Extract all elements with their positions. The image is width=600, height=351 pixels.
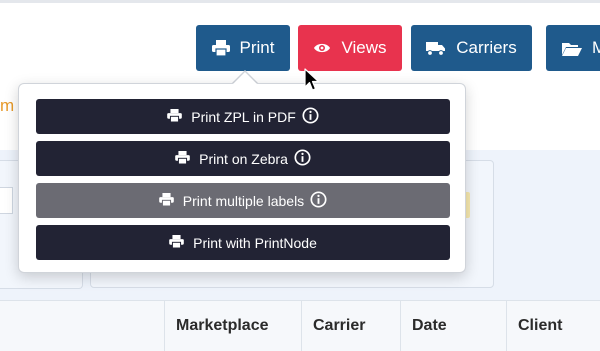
printer-icon — [158, 192, 174, 209]
folder-open-icon — [562, 41, 582, 56]
column-header-carrier[interactable]: Carrier — [301, 301, 400, 351]
carriers-button[interactable]: Carriers — [411, 25, 532, 71]
column-header-marketplace[interactable]: Marketplace — [164, 301, 301, 351]
menu-item-print-multiple-labels[interactable]: Print multiple labels — [36, 183, 450, 218]
menu-item-label: Print multiple labels — [182, 192, 305, 209]
folder-button[interactable]: M — [546, 25, 600, 71]
filter-input[interactable] — [0, 187, 13, 214]
carriers-button-label: Carriers — [456, 38, 517, 57]
printer-icon — [169, 234, 184, 251]
printer-icon — [211, 40, 230, 56]
print-button[interactable]: Print — [196, 25, 290, 71]
printer-icon — [175, 150, 190, 167]
menu-item-label: Print ZPL in PDF — [191, 108, 296, 125]
eye-icon — [313, 41, 331, 55]
dropdown-caret-fill — [233, 72, 257, 84]
info-icon[interactable] — [294, 148, 311, 169]
menu-item-print-with-printnode[interactable]: Print with PrintNode — [36, 225, 450, 260]
print-dropdown-menu: Print ZPL in PDF Print on Zebra Print mu… — [18, 83, 466, 273]
menu-item-print-on-zebra[interactable]: Print on Zebra — [36, 141, 450, 176]
info-icon[interactable] — [302, 106, 319, 127]
printer-icon — [167, 108, 183, 125]
top-divider — [0, 0, 600, 3]
menu-item-label: Print with PrintNode — [193, 234, 317, 251]
mouse-cursor-icon — [304, 68, 320, 97]
views-button[interactable]: Views — [298, 25, 402, 71]
menu-item-print-zpl-pdf[interactable]: Print ZPL in PDF — [36, 99, 450, 134]
info-icon[interactable] — [310, 190, 327, 211]
menu-item-label: Print on Zebra — [199, 150, 288, 167]
print-button-label: Print — [239, 38, 275, 57]
views-button-label: Views — [341, 38, 387, 57]
truck-icon — [426, 41, 446, 56]
column-header-date[interactable]: Date — [400, 301, 506, 351]
column-header-client[interactable]: Client — [506, 301, 600, 351]
background-text-fragment: m — [0, 96, 15, 115]
folder-button-label: M — [592, 38, 600, 57]
table-header: Marketplace Carrier Date Client — [0, 300, 600, 351]
